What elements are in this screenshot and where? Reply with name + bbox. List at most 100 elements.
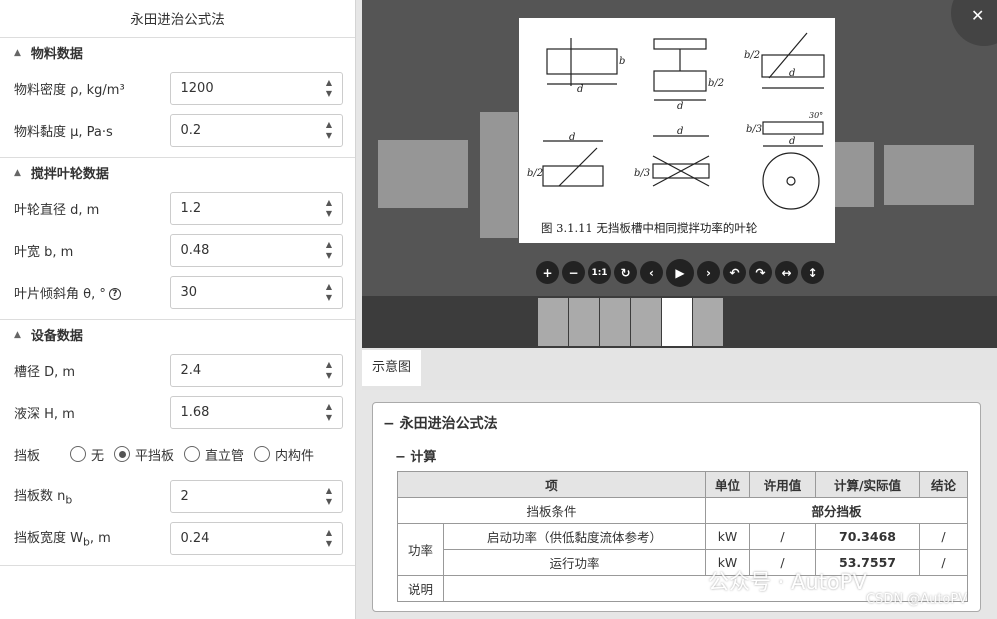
header-value: 计算/实际值: [815, 471, 920, 498]
svg-text:b/3: b/3: [746, 124, 762, 135]
section-impeller: ▲ 搅拌叶轮数据 叶轮直径 d, m 1.2 ▲ ▼ 叶宽 b, m 0.48 ▲ ▼ 叶…: [0, 158, 355, 320]
actual-size-button[interactable]: 1:1: [588, 261, 611, 284]
spinner-icon[interactable]: ▲ ▼: [326, 527, 332, 549]
viscosity-label: 物料黏度 μ, Pa·s: [14, 124, 113, 140]
collapse-icon[interactable]: ▲: [14, 330, 21, 340]
baffle-label: 挡板: [14, 448, 41, 464]
close-button[interactable]: ✕: [951, 0, 997, 46]
value[interactable]: 0.24: [181, 531, 210, 546]
next-button[interactable]: ›: [697, 261, 720, 284]
value[interactable]: 1.68: [181, 405, 210, 420]
svg-text:d: d: [569, 132, 575, 143]
section-equipment: ▲ 设备数据 槽径 D, m 2.4 ▲ ▼ 液深 H, m 1.68 ▲ ▼ 挡板 无 …: [0, 320, 355, 566]
spinner-icon[interactable]: ▲ ▼: [326, 239, 332, 261]
value[interactable]: 1200: [181, 81, 214, 96]
collapse-icon[interactable]: ▲: [14, 168, 21, 178]
viscosity-input[interactable]: 0.2 ▲ ▼: [169, 113, 343, 147]
thumbnail[interactable]: [569, 298, 599, 346]
spinner-icon[interactable]: ▲ ▼: [326, 119, 332, 141]
radio-icon[interactable]: [114, 446, 131, 462]
gallery-image[interactable]: [480, 112, 518, 238]
spinner-icon[interactable]: ▲ ▼: [326, 359, 332, 381]
thumbnail[interactable]: [631, 298, 661, 346]
flip-horizontal-button[interactable]: ↔: [775, 261, 798, 284]
close-icon[interactable]: ✕: [971, 6, 984, 25]
viewer-toolbar: + − 1:1 ↻ ‹ ▶ › ↶ ↷ ↔ ↕: [536, 259, 824, 287]
header-verdict: 结论: [919, 471, 968, 498]
baffle-count-input[interactable]: 2 ▲ ▼: [169, 479, 343, 513]
svg-text:d: d: [789, 68, 795, 79]
image-viewer: d b d b/2 d b/2 d b/2 d b/3 d b/3 30° 图 3.1.11 无挡板…: [362, 0, 997, 348]
value[interactable]: 0.48: [181, 243, 210, 258]
value[interactable]: 30: [181, 285, 198, 300]
reset-button[interactable]: ↻: [614, 261, 637, 284]
rotate-right-button[interactable]: ↷: [749, 261, 772, 284]
value[interactable]: 1.2: [181, 201, 202, 216]
blade-angle-input[interactable]: 30 ▲ ▼: [169, 275, 343, 309]
section-title: 设备数据: [30, 329, 83, 344]
density-label: 物料密度 ρ, kg/m³: [14, 82, 125, 98]
calc-subtitle[interactable]: − 计算: [395, 446, 436, 465]
value[interactable]: 2: [181, 489, 189, 504]
value[interactable]: 2.4: [181, 363, 202, 378]
table-row: 功率 启动功率（供低黏度流体参考） kW / 70.3468 /: [397, 523, 968, 576]
gallery-image[interactable]: [834, 142, 874, 207]
section-header[interactable]: ▲ 物料数据: [14, 38, 343, 67]
svg-text:b/3: b/3: [634, 168, 650, 179]
help-icon[interactable]: ?: [108, 288, 121, 300]
baffle-option-flat[interactable]: 平挡板: [114, 445, 174, 464]
spinner-icon[interactable]: ▲ ▼: [326, 77, 332, 99]
svg-text:d: d: [677, 101, 683, 112]
result-table: 项 单位 许用值 计算/实际值 结论 挡板条件 部分挡板 功率 启动功率（供低黏…: [397, 471, 968, 602]
svg-text:b/2: b/2: [527, 168, 543, 179]
tank-diameter-input[interactable]: 2.4 ▲ ▼: [169, 353, 343, 387]
baffle-width-input[interactable]: 0.24 ▲ ▼: [169, 521, 343, 555]
tank-diameter-label: 槽径 D, m: [14, 364, 76, 380]
section-header[interactable]: ▲ 设备数据: [14, 320, 343, 349]
section-title: 物料数据: [30, 47, 83, 62]
prev-button[interactable]: ‹: [640, 261, 663, 284]
header-item: 项: [397, 471, 706, 498]
radio-icon[interactable]: [70, 446, 86, 462]
gallery-image[interactable]: [884, 145, 974, 205]
blade-width-input[interactable]: 0.48 ▲ ▼: [169, 233, 343, 267]
impeller-diameter-input[interactable]: 1.2 ▲ ▼: [169, 191, 343, 225]
zoom-out-button[interactable]: −: [562, 261, 585, 284]
svg-text:b: b: [619, 56, 625, 67]
thumbnail[interactable]: [538, 298, 568, 346]
density-input[interactable]: 1200 ▲ ▼: [169, 71, 343, 105]
section-header[interactable]: ▲ 搅拌叶轮数据: [14, 158, 343, 187]
radio-icon[interactable]: [254, 446, 271, 462]
value[interactable]: 0.2: [181, 123, 202, 138]
rotate-left-button[interactable]: ↶: [723, 261, 746, 284]
spinner-icon[interactable]: ▲ ▼: [326, 401, 332, 423]
baffle-width-label: 挡板宽度 Wb, m: [14, 531, 111, 549]
spinner-icon[interactable]: ▲ ▼: [326, 485, 332, 507]
play-button[interactable]: ▶: [666, 259, 694, 287]
baffle-radio-group: 挡板 无 平挡板 直立管 内构件: [14, 433, 343, 475]
baffle-option-none[interactable]: 无: [70, 445, 104, 464]
watermark-brand: 公众号 · AutoPV: [708, 570, 867, 594]
collapse-icon[interactable]: ▲: [14, 48, 21, 58]
svg-text:d: d: [789, 136, 795, 147]
spinner-icon[interactable]: ▲ ▼: [326, 281, 332, 303]
thumbnail-active[interactable]: [662, 298, 692, 346]
svg-text:d: d: [577, 84, 583, 95]
tab-diagram[interactable]: 示意图: [362, 350, 421, 386]
zoom-in-button[interactable]: +: [536, 261, 559, 284]
panel-title: 永田进治公式法: [0, 0, 355, 38]
thumbnail[interactable]: [693, 298, 723, 346]
spinner-icon[interactable]: ▲ ▼: [326, 197, 332, 219]
result-title[interactable]: − 永田进治公式法: [383, 413, 498, 433]
thumbnail-strip: [362, 296, 997, 348]
thumbnail[interactable]: [600, 298, 630, 346]
baffle-option-internal[interactable]: 内构件: [254, 445, 314, 464]
liquid-depth-label: 液深 H, m: [14, 406, 75, 422]
table-row: 挡板条件 部分挡板: [397, 497, 968, 524]
baffle-option-pipe[interactable]: 直立管: [184, 445, 244, 464]
liquid-depth-input[interactable]: 1.68 ▲ ▼: [169, 395, 343, 429]
radio-icon[interactable]: [184, 446, 201, 462]
gallery-image[interactable]: [378, 140, 468, 208]
flip-vertical-button[interactable]: ↕: [801, 261, 824, 284]
svg-text:b/2: b/2: [744, 50, 760, 61]
